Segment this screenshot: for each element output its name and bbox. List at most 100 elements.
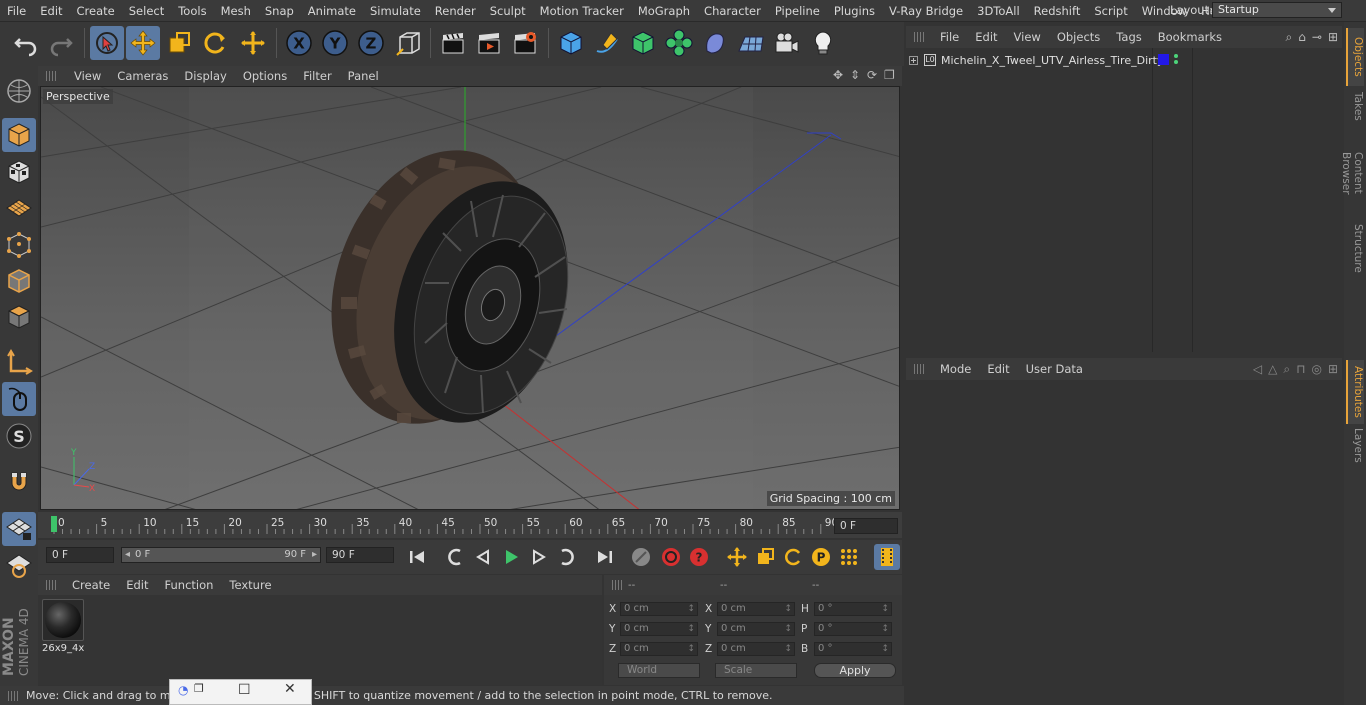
new-window-icon[interactable]: ⊞ — [1328, 362, 1338, 377]
viewport-menu-cameras[interactable]: Cameras — [109, 69, 176, 83]
playhead-marker[interactable] — [51, 516, 57, 532]
recent-tool-button[interactable] — [236, 26, 270, 60]
floor-button[interactable] — [734, 26, 768, 60]
menu-mesh[interactable]: Mesh — [214, 4, 258, 18]
orbit-view-icon[interactable]: ⟳ — [867, 69, 879, 81]
attribute-menu-mode[interactable]: Mode — [932, 362, 979, 376]
pos-z-field[interactable]: 0 cm — [620, 642, 698, 656]
record-parameter-button[interactable]: P — [808, 544, 834, 570]
menu-pipeline[interactable]: Pipeline — [768, 4, 827, 18]
material-menu-create[interactable]: Create — [64, 578, 118, 592]
size-y-field[interactable]: 0 cm — [717, 622, 795, 636]
attribute-menu-edit[interactable]: Edit — [979, 362, 1017, 376]
menu-plugins[interactable]: Plugins — [827, 4, 882, 18]
menu-animate[interactable]: Animate — [301, 4, 363, 18]
tab-content-browser[interactable]: Content Browser — [1340, 126, 1364, 220]
record-active-objects-button[interactable] — [628, 544, 654, 570]
coordinate-system-button[interactable] — [392, 26, 426, 60]
undo-button[interactable] — [9, 26, 43, 60]
rot-b-field[interactable]: 0 ° — [814, 642, 892, 656]
menu-3dtoall[interactable]: 3DToAll — [970, 4, 1027, 18]
go-to-start-button[interactable] — [404, 544, 430, 570]
rot-p-field[interactable]: 0 ° — [814, 622, 892, 636]
viewport-menu-filter[interactable]: Filter — [295, 69, 339, 83]
play-forward-button[interactable] — [498, 544, 524, 570]
previous-key-button[interactable] — [442, 544, 468, 570]
object-name[interactable]: Michelin_X_Tweel_UTV_Airless_Tire_Dirty — [941, 54, 1163, 67]
keyframe-selection-button[interactable]: ? — [686, 544, 712, 570]
material-menu-texture[interactable]: Texture — [221, 578, 279, 592]
layout-select[interactable]: Startup — [1212, 2, 1342, 18]
menu-select[interactable]: Select — [122, 4, 171, 18]
search-icon[interactable]: ⌕ — [1283, 362, 1290, 377]
object-menu-view[interactable]: View — [1006, 30, 1049, 44]
menu-mograph[interactable]: MoGraph — [631, 4, 697, 18]
snap-button[interactable]: S — [2, 419, 36, 453]
axis-mode-button[interactable] — [2, 346, 36, 380]
render-view-button[interactable] — [436, 26, 470, 60]
zoom-view-icon[interactable]: ⇕ — [850, 69, 862, 81]
menu-script[interactable]: Script — [1087, 4, 1134, 18]
deformer-button[interactable] — [698, 26, 732, 60]
make-editable-button[interactable] — [2, 74, 36, 108]
coordinate-space-dropdown[interactable]: World — [618, 663, 700, 678]
preview-range-slider[interactable]: ◂ 0 F 90 F ▸ — [121, 547, 321, 563]
autokeying-button[interactable] — [658, 544, 684, 570]
tweak-mode-button[interactable] — [2, 382, 36, 416]
end-frame-field[interactable]: 90 F — [326, 547, 394, 563]
menu-character[interactable]: Character — [697, 4, 768, 18]
object-menu-tags[interactable]: Tags — [1108, 30, 1149, 44]
menu-file[interactable]: File — [0, 4, 33, 18]
cloner-button[interactable] — [662, 26, 696, 60]
render-settings-button[interactable] — [508, 26, 542, 60]
restore-window-icon[interactable]: ❐ — [194, 682, 204, 695]
apply-button[interactable]: Apply — [814, 663, 896, 678]
rot-h-field[interactable]: 0 ° — [814, 602, 892, 616]
move-tool-button[interactable] — [126, 26, 160, 60]
tab-attributes[interactable]: Attributes — [1346, 360, 1364, 424]
viewport-menu-panel[interactable]: Panel — [340, 69, 387, 83]
menu-create[interactable]: Create — [70, 4, 122, 18]
target-icon[interactable]: ◎ — [1311, 362, 1321, 377]
new-window-icon[interactable]: ⊞ — [1328, 30, 1338, 45]
points-mode-button[interactable] — [2, 228, 36, 262]
size-mode-dropdown[interactable]: Scale — [715, 663, 797, 678]
workplane-lock-button[interactable] — [2, 512, 36, 546]
object-menu-file[interactable]: File — [932, 30, 967, 44]
pos-y-field[interactable]: 0 cm — [620, 622, 698, 636]
next-frame-button[interactable] — [526, 544, 552, 570]
pan-view-icon[interactable]: ✥ — [833, 69, 845, 81]
pen-spline-button[interactable] — [590, 26, 624, 60]
attribute-menu-user-data[interactable]: User Data — [1018, 362, 1091, 376]
maximize-window-icon[interactable]: ☐ — [238, 682, 251, 698]
link-icon[interactable]: ⊸ — [1312, 30, 1322, 45]
timeline-window-button[interactable] — [874, 544, 900, 570]
y-axis-button[interactable]: Y — [318, 26, 352, 60]
render-to-picture-viewer-button[interactable] — [472, 26, 506, 60]
camera-button[interactable] — [770, 26, 804, 60]
scale-tool-button[interactable] — [162, 26, 196, 60]
viewport-menu-view[interactable]: View — [66, 69, 109, 83]
texture-mode-button[interactable] — [2, 155, 36, 189]
polygons-mode-button[interactable] — [2, 300, 36, 334]
home-icon[interactable]: ⌂ — [1298, 30, 1306, 45]
workplane-mode-button[interactable] — [2, 191, 36, 225]
live-selection-button[interactable] — [90, 26, 124, 60]
redo-button[interactable] — [44, 26, 78, 60]
record-rotation-button[interactable] — [780, 544, 806, 570]
rotate-tool-button[interactable] — [198, 26, 232, 60]
lock-icon[interactable]: ⊓ — [1296, 362, 1305, 377]
workplane-axis-button[interactable] — [2, 548, 36, 582]
material-name[interactable]: 26x9_4x — [42, 643, 84, 654]
expand-icon[interactable] — [909, 55, 918, 65]
tab-objects[interactable]: Objects — [1346, 28, 1364, 86]
material-menu-function[interactable]: Function — [157, 578, 222, 592]
record-pla-button[interactable] — [836, 544, 862, 570]
model-mode-button[interactable] — [2, 118, 36, 152]
visibility-dots-icon[interactable] — [1174, 53, 1180, 67]
search-icon[interactable]: ⌕ — [1286, 30, 1293, 45]
app-taskbar-icon[interactable]: ◔ — [178, 683, 188, 697]
viewport-menu-options[interactable]: Options — [235, 69, 295, 83]
menu-motion-tracker[interactable]: Motion Tracker — [533, 4, 631, 18]
next-key-button[interactable] — [554, 544, 580, 570]
